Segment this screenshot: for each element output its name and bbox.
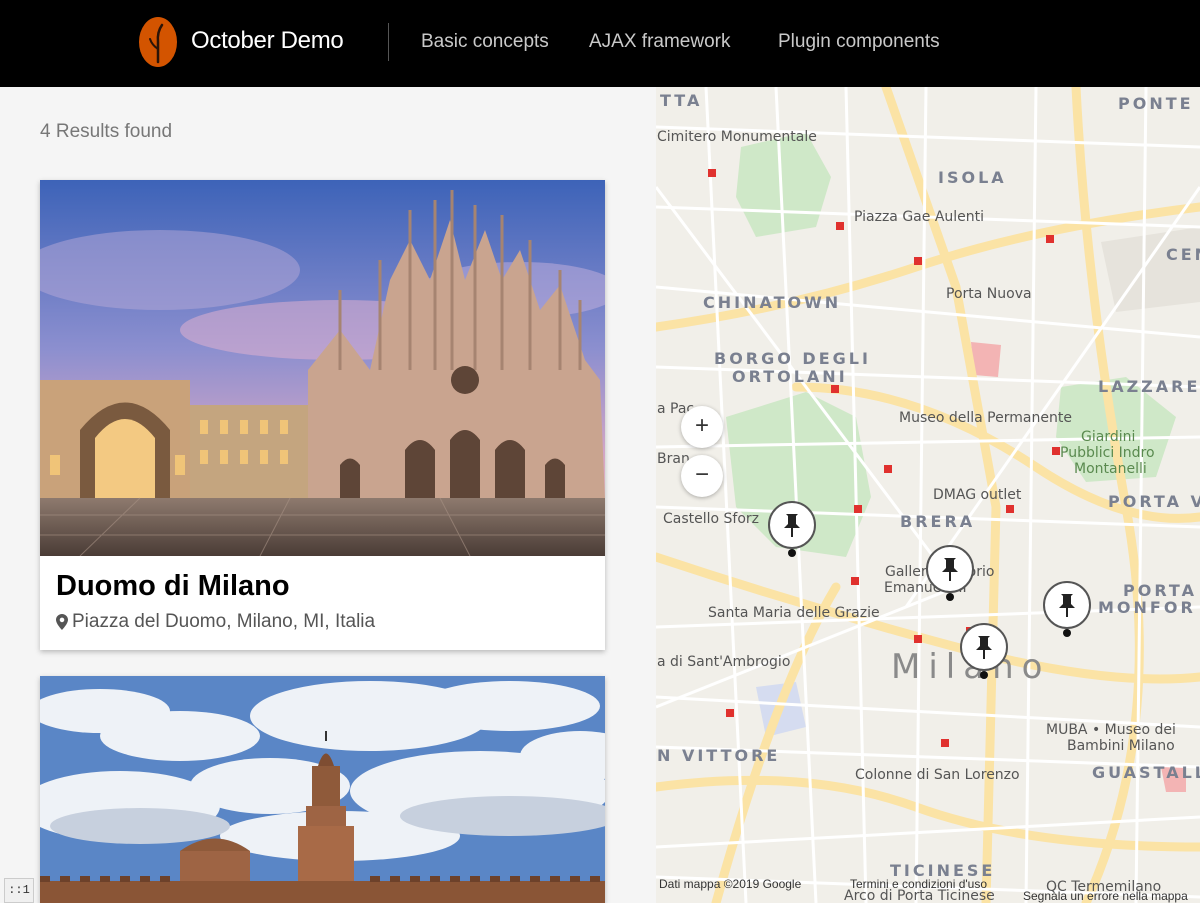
result-card-duomo[interactable]: Duomo di Milano Piazza del Duomo, Milano… — [40, 180, 605, 650]
map-label: Montanelli — [1074, 461, 1147, 477]
castello-photo — [40, 676, 605, 903]
map-report-link[interactable]: Segnala un errore nella mappa — [1023, 889, 1188, 903]
nav-basic-concepts[interactable]: Basic concepts — [421, 31, 549, 53]
results-count: 4 Results found — [40, 121, 173, 142]
map-marker-2-pushpin-icon[interactable] — [925, 544, 975, 602]
map-label: ORTOLANI — [732, 367, 848, 386]
map-label: PONTE — [1118, 94, 1194, 113]
debug-corner-tag: ::1 — [4, 878, 34, 903]
map-view[interactable]: TTA PONTE Cimitero Monumentale ISOLA Pia… — [656, 87, 1200, 903]
map-label: Castello Sforz — [663, 511, 760, 527]
map-label: ISOLA — [938, 168, 1007, 187]
map-label: Museo della Permanente — [899, 410, 1072, 426]
map-label: BRERA — [900, 512, 976, 531]
map-label: CHINATOWN — [703, 293, 842, 312]
map-label: CEN — [1166, 245, 1200, 264]
card-title[interactable]: Duomo di Milano — [56, 570, 290, 603]
map-label: MUBA • Museo dei — [1046, 722, 1176, 738]
map-label: BORGO DEGLI — [714, 349, 871, 368]
october-leaf-logo-icon[interactable] — [137, 16, 179, 68]
zoom-out-button[interactable]: − — [681, 455, 723, 497]
map-label: Giardini — [1081, 429, 1136, 445]
map-label: a di Sant'Ambrogio — [657, 654, 791, 670]
map-marker-icon — [56, 614, 68, 630]
map-terms-link[interactable]: Termini e condizioni d'uso — [850, 877, 987, 891]
card-address: Piazza del Duomo, Milano, MI, Italia — [56, 611, 375, 633]
map-label: Bambini Milano — [1067, 738, 1175, 754]
result-card-castello[interactable] — [40, 676, 605, 903]
map-marker-3-pushpin-icon[interactable] — [1042, 580, 1092, 638]
nav-ajax-framework[interactable]: AJAX framework — [589, 31, 730, 53]
duomo-photo — [40, 180, 605, 556]
results-panel: 4 Results found Duomo di Milano Piazza d… — [0, 87, 656, 903]
map-label: DMAG outlet — [933, 487, 1022, 503]
map-label: PORTA V — [1108, 492, 1200, 511]
card-address-text: Piazza del Duomo, Milano, MI, Italia — [72, 611, 376, 632]
map-label: Cimitero Monumentale — [657, 129, 817, 145]
map-label: Porta Nuova — [946, 286, 1032, 302]
map-marker-1-pushpin-icon[interactable] — [767, 500, 817, 558]
map-marker-4-pushpin-icon[interactable] — [959, 622, 1009, 680]
brand-name[interactable]: October Demo — [191, 27, 344, 55]
map-label: MONFOR — [1098, 598, 1196, 617]
map-label: Piazza Gae Aulenti — [854, 209, 985, 225]
map-data-attribution: Dati mappa ©2019 Google — [659, 877, 802, 891]
map-label: Santa Maria delle Grazie — [708, 605, 880, 621]
map-label: N VITTORE — [657, 746, 781, 765]
map-label: LAZZARET — [1098, 377, 1200, 396]
map-label: GUASTALL — [1092, 763, 1200, 782]
zoom-in-button[interactable]: + — [681, 406, 723, 448]
top-navbar: October Demo Basic concepts AJAX framewo… — [0, 0, 1200, 87]
map-label: Pubblici Indro — [1060, 445, 1155, 461]
nav-divider — [388, 23, 389, 61]
map-label: Colonne di San Lorenzo — [855, 767, 1020, 783]
nav-plugin-components[interactable]: Plugin components — [778, 31, 940, 53]
map-label: TTA — [660, 91, 703, 110]
